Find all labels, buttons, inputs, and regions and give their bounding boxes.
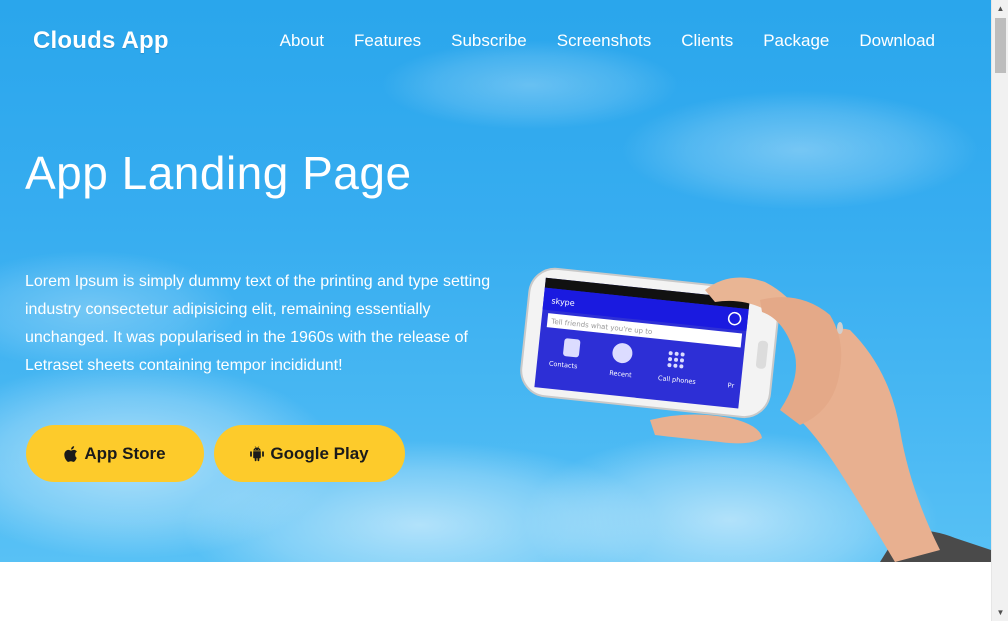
phone-shortcut-partial: Pr bbox=[727, 381, 735, 390]
hero-section: Clouds App About Features Subscribe Scre… bbox=[0, 0, 991, 562]
nav-package[interactable]: Package bbox=[763, 31, 829, 51]
phone-illustration: skype Tell friends what you're up to Con… bbox=[500, 260, 991, 562]
nav-features[interactable]: Features bbox=[354, 31, 421, 51]
hero-title: App Landing Page bbox=[25, 147, 412, 199]
brand-logo[interactable]: Clouds App bbox=[33, 27, 169, 55]
app-store-button[interactable]: App Store bbox=[26, 425, 204, 482]
google-play-button[interactable]: Google Play bbox=[214, 425, 405, 482]
apple-icon bbox=[64, 445, 78, 462]
nav-subscribe[interactable]: Subscribe bbox=[451, 31, 527, 51]
page-viewport: Clouds App About Features Subscribe Scre… bbox=[0, 0, 991, 621]
scroll-down-arrow-icon[interactable]: ▼ bbox=[992, 604, 1008, 621]
nav-clients[interactable]: Clients bbox=[681, 31, 733, 51]
nav-download[interactable]: Download bbox=[859, 31, 935, 51]
app-store-label: App Store bbox=[84, 443, 166, 463]
top-navbar: Clouds App About Features Subscribe Scre… bbox=[0, 0, 991, 82]
main-nav: About Features Subscribe Screenshots Cli… bbox=[250, 31, 935, 51]
nav-screenshots[interactable]: Screenshots bbox=[557, 31, 652, 51]
google-play-label: Google Play bbox=[270, 443, 369, 463]
page-scrollbar[interactable]: ▲ ▼ bbox=[991, 0, 1008, 621]
hero-lead: Lorem Ipsum is simply dummy text of the … bbox=[25, 273, 491, 374]
android-icon bbox=[250, 445, 265, 462]
scrollbar-thumb[interactable] bbox=[995, 18, 1006, 73]
nav-about[interactable]: About bbox=[280, 31, 324, 51]
cloud-decoration bbox=[620, 90, 980, 210]
scroll-up-arrow-icon[interactable]: ▲ bbox=[992, 0, 1008, 17]
hand-holding-phone-image: skype Tell friends what you're up to Con… bbox=[520, 267, 991, 562]
below-hero-section bbox=[0, 562, 991, 621]
